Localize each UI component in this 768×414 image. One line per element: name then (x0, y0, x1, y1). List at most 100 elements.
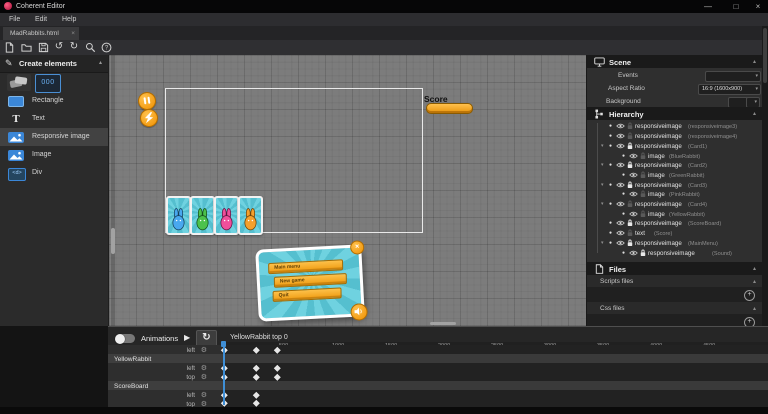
eye-icon[interactable] (629, 191, 638, 197)
lock-icon[interactable] (627, 161, 633, 169)
tab-madrabbits[interactable]: MadRabbits.html × (3, 27, 79, 40)
play-button[interactable]: ▶ (184, 333, 190, 342)
menu-file[interactable]: File (9, 16, 20, 23)
score-banner[interactable] (426, 103, 473, 114)
eye-icon[interactable] (629, 172, 638, 178)
visibility-dot-icon[interactable]: ● (609, 220, 612, 226)
create-elements-header[interactable]: ✎ Create elements ▴ (0, 55, 108, 73)
eye-icon[interactable] (616, 143, 625, 149)
menu-edit[interactable]: Edit (35, 16, 47, 23)
canvas-vertical-scrollbar[interactable] (111, 55, 115, 326)
lock-icon[interactable] (627, 132, 633, 140)
open-folder-icon[interactable] (21, 42, 33, 54)
card-yellow-rabbit[interactable] (238, 196, 263, 235)
lock-icon[interactable] (627, 219, 633, 227)
collapse-caret-icon[interactable]: ▴ (753, 265, 756, 272)
collapse-caret-icon[interactable]: ▴ (753, 278, 756, 285)
minimize-button[interactable]: — (700, 2, 716, 11)
popup-close-icon[interactable]: × (350, 240, 365, 255)
expander-icon[interactable]: ▾ (601, 201, 604, 207)
popup-sound-icon[interactable] (350, 303, 368, 321)
hierarchy-item[interactable]: ● responsiveimage (responsiveimage3) (587, 121, 763, 131)
card-blue-rabbit[interactable] (166, 196, 191, 235)
gear-icon[interactable]: ⚙ (201, 391, 207, 399)
background-value-box[interactable] (728, 97, 748, 108)
hierarchy-item[interactable]: ● image (PinkRabbit) (587, 189, 763, 199)
aspect-ratio-dropdown[interactable]: 16:9 (1600x900)▾ (698, 84, 761, 95)
create-item-image[interactable]: Image (0, 146, 108, 164)
keyframe-diamond[interactable] (253, 373, 259, 379)
eye-icon[interactable] (616, 201, 625, 207)
eye-icon[interactable] (616, 240, 625, 246)
undo-icon[interactable]: ↺ (53, 41, 65, 53)
timeline-group-row[interactable]: YellowRabbit (108, 354, 768, 363)
elements-tool-tab[interactable] (7, 74, 31, 91)
hierarchy-item[interactable]: ● responsiveimage (responsiveimage4) (587, 131, 763, 141)
lock-icon[interactable] (627, 122, 633, 130)
tab-close-icon[interactable]: × (71, 30, 75, 37)
visibility-dot-icon[interactable]: ● (609, 182, 612, 188)
lock-icon[interactable] (627, 239, 633, 247)
expander-icon[interactable]: ▾ (601, 143, 604, 149)
visibility-dot-icon[interactable]: ● (622, 250, 625, 256)
keyframe-diamond[interactable] (274, 364, 280, 370)
eye-icon[interactable] (616, 133, 625, 139)
help-icon[interactable]: ? (101, 42, 113, 54)
hierarchy-item[interactable]: ▾ ● responsiveimage (Card1) (587, 141, 763, 151)
new-file-icon[interactable] (4, 42, 16, 54)
hierarchy-item[interactable]: ▾ ● responsiveimage (Card2) (587, 160, 763, 170)
gear-icon[interactable]: ⚙ (201, 373, 207, 381)
lock-icon[interactable] (640, 249, 646, 257)
events-dropdown[interactable]: ▾ (705, 71, 761, 82)
keyframe-diamond[interactable] (253, 400, 259, 406)
lock-icon[interactable] (640, 210, 646, 218)
visibility-dot-icon[interactable]: ● (622, 172, 625, 178)
visibility-dot-icon[interactable]: ● (609, 201, 612, 207)
gear-icon[interactable]: ⚙ (201, 346, 207, 354)
eye-icon[interactable] (616, 220, 625, 226)
timeline-group-row[interactable]: ScoreBoard (108, 381, 768, 390)
hierarchy-item[interactable]: ● text (Score) (587, 228, 763, 238)
hierarchy-item[interactable]: ● responsiveimage (ScoreBoard) (587, 218, 763, 228)
lock-icon[interactable] (627, 200, 633, 208)
keyframe-diamond[interactable] (274, 346, 280, 352)
lock-icon[interactable] (627, 142, 633, 150)
visibility-dot-icon[interactable]: ● (622, 211, 625, 217)
keyframe-diamond[interactable] (274, 373, 280, 379)
canvas-hscroll-thumb[interactable] (430, 322, 456, 325)
create-item-text[interactable]: T Text (0, 110, 108, 128)
hierarchy-section-header[interactable]: Hierarchy ▴ (587, 107, 763, 120)
zoom-search-icon[interactable] (85, 42, 97, 54)
keyframe-diamond[interactable] (253, 391, 259, 397)
eye-icon[interactable] (629, 153, 638, 159)
visibility-dot-icon[interactable]: ● (609, 162, 612, 168)
collapse-caret-icon[interactable]: ▴ (753, 58, 756, 65)
expander-icon[interactable]: ▾ (601, 182, 604, 188)
card-pink-rabbit[interactable] (214, 196, 239, 235)
hierarchy-item[interactable]: ▾ ● responsiveimage (Card4) (587, 199, 763, 209)
canvas-vscroll-thumb[interactable] (111, 228, 115, 254)
collapse-caret-icon[interactable]: ▴ (753, 110, 756, 117)
widgets-tool-tab[interactable]: 000 (35, 74, 61, 93)
create-item-rectangle[interactable]: Rectangle (0, 92, 108, 110)
eye-icon[interactable] (629, 250, 638, 256)
quit-button[interactable]: Quit (273, 287, 342, 302)
keyframe-diamond[interactable] (253, 364, 259, 370)
add-script-button[interactable]: + (744, 290, 755, 301)
eye-icon[interactable] (616, 123, 625, 129)
expander-icon[interactable]: ▾ (601, 240, 604, 246)
design-canvas[interactable]: Score Main menu New game Quit × (109, 55, 586, 326)
menu-help[interactable]: Help (62, 16, 76, 23)
new-game-button[interactable]: New game (274, 273, 347, 288)
create-item-responsive-image[interactable]: Responsive image (0, 128, 108, 146)
collapse-caret-icon[interactable]: ▴ (753, 305, 756, 312)
eye-icon[interactable] (616, 230, 625, 236)
visibility-dot-icon[interactable]: ● (609, 133, 612, 139)
files-section-header[interactable]: Files ▴ (587, 262, 763, 275)
eye-icon[interactable] (629, 211, 638, 217)
create-item-div[interactable]: <d> Div (0, 164, 108, 182)
redo-icon[interactable]: ↻ (68, 41, 80, 53)
lightning-button[interactable] (139, 108, 159, 128)
lock-icon[interactable] (640, 171, 646, 179)
expander-icon[interactable]: ▾ (601, 162, 604, 168)
